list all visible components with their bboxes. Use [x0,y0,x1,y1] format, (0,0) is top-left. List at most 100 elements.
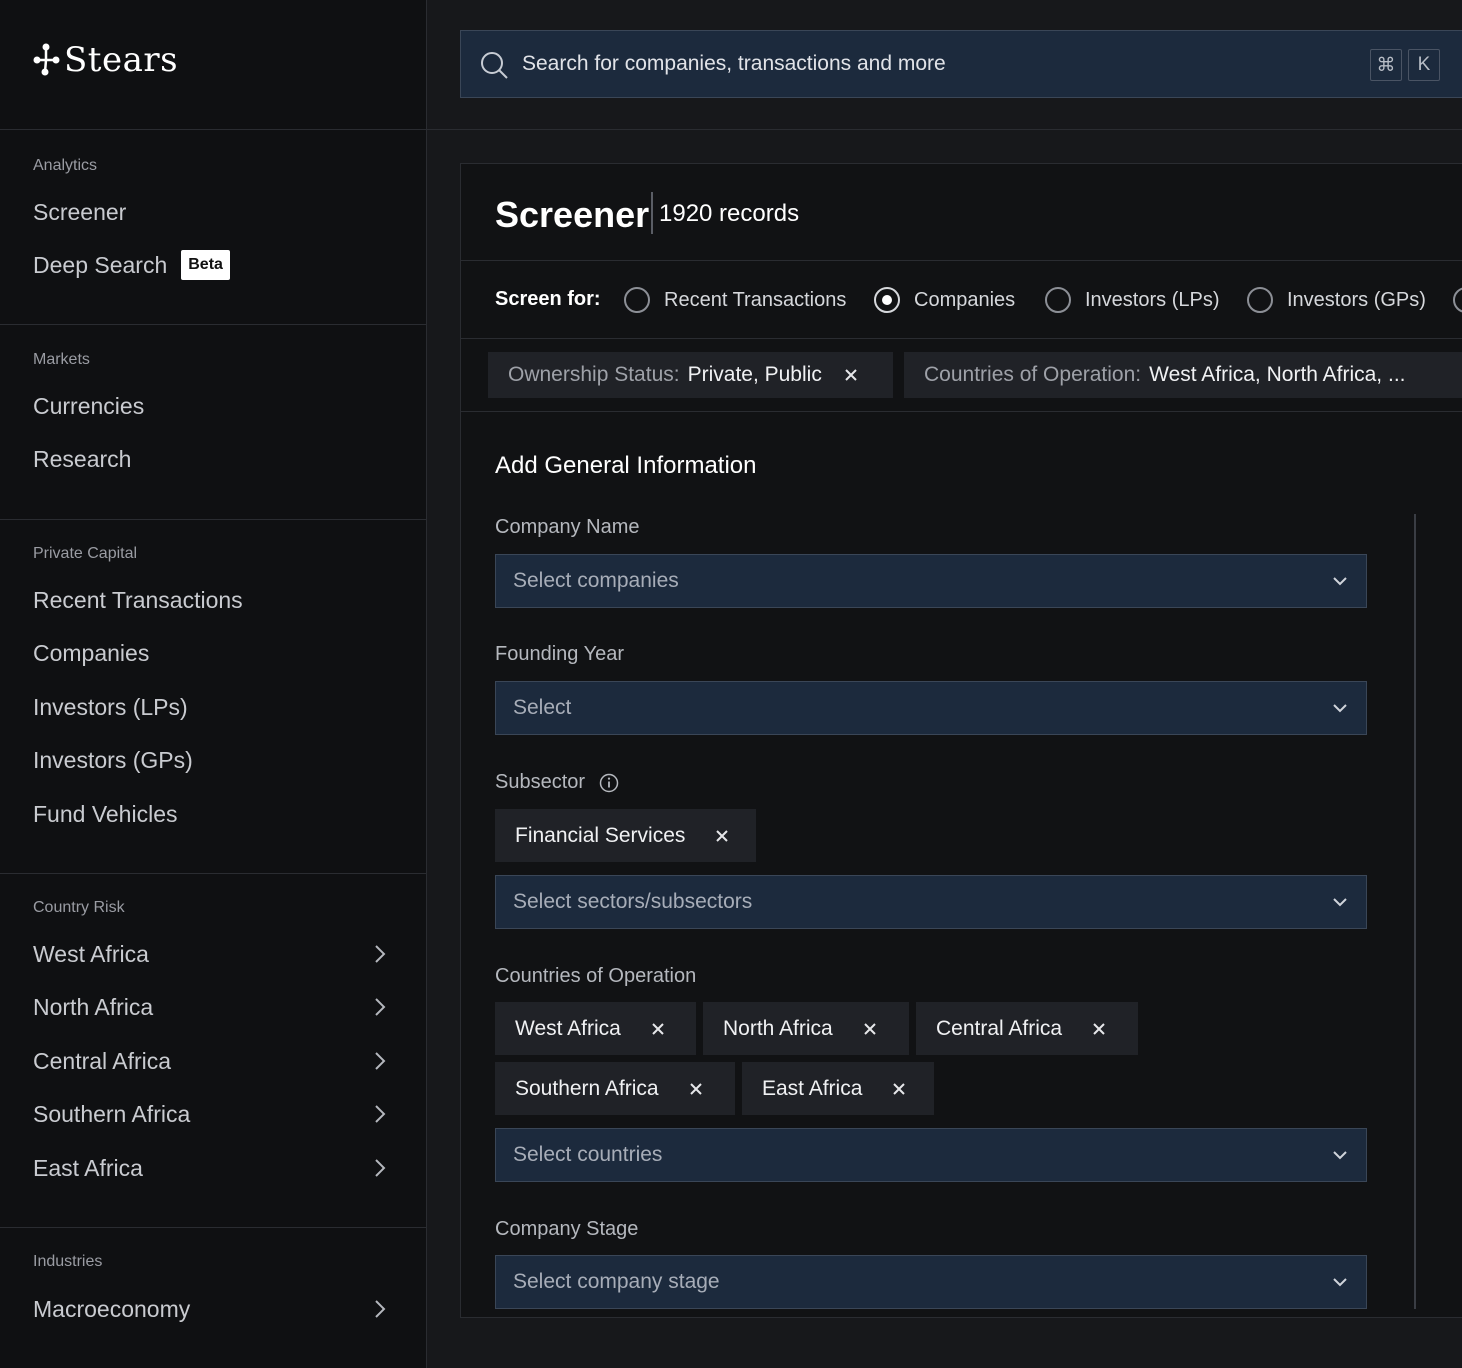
nav-section-private-capital: Private Capital Recent Transactions Comp… [0,520,426,874]
screener-header: Screener 1920 records [461,164,1462,261]
section-label: Analytics [33,157,98,174]
sidebar-item-label: Recent Transactions [33,586,243,613]
radio-label: Investors (GPs) [1287,288,1426,311]
sidebar-item-label: East Africa [33,1154,143,1181]
sidebar-item-central-africa[interactable]: Central Africa [33,1041,393,1081]
radio-unchecked-icon[interactable] [1453,287,1462,313]
global-search-input[interactable]: Search for companies, transactions and m… [460,30,1462,98]
sidebar-item-label: West Africa [33,940,149,967]
radio-investors-lps[interactable]: Investors (LPs) [1045,285,1219,315]
select-placeholder: Select companies [513,569,679,592]
sidebar-item-east-africa[interactable]: East Africa [33,1148,393,1188]
sidebar-item-label: Currencies [33,392,145,419]
radio-unchecked-icon[interactable] [1045,287,1071,313]
radio-label: Investors (LPs) [1085,288,1220,311]
filter-key: Countries of Operation: [924,363,1142,386]
chevron-right-icon [375,1300,386,1318]
select-placeholder: Select [513,696,572,719]
form-scrollbar[interactable] [1414,514,1416,1309]
select-placeholder: Select company stage [513,1270,720,1293]
beta-badge: Beta [181,250,230,280]
sidebar-item-fund-vehicles[interactable]: Fund Vehicles [33,794,393,834]
stears-logo[interactable]: Stears [32,40,178,80]
radio-recent-transactions[interactable]: Recent Transactions [624,285,846,315]
radio-label: Companies [914,288,1016,311]
chevron-down-icon [1333,1151,1347,1160]
radio-investors-gps[interactable]: Investors (GPs) [1247,285,1426,315]
chevron-down-icon [1333,704,1347,713]
title-divider [651,192,653,234]
sidebar-item-north-africa[interactable]: North Africa [33,987,393,1027]
filter-chip-countries-of-operation[interactable]: Countries of Operation: West Africa, Nor… [904,352,1462,398]
country-tag: Southern Africa [495,1062,735,1115]
chevron-down-icon [1333,1278,1347,1287]
sidebar-item-investors-lps[interactable]: Investors (LPs) [33,687,393,727]
sidebar-item-west-africa[interactable]: West Africa [33,934,393,974]
radio-companies[interactable]: Companies [874,285,1015,315]
chevron-down-icon [1333,898,1347,907]
radio-unchecked-icon[interactable] [624,287,650,313]
sidebar-item-label: Fund Vehicles [33,800,178,827]
section-label: Country Risk [33,899,125,916]
sidebar-item-investors-gps[interactable]: Investors (GPs) [33,740,393,780]
chevron-right-icon [375,1159,386,1177]
country-tag: West Africa [495,1002,696,1055]
sidebar-item-macroeconomy[interactable]: Macroeconomy [33,1289,393,1329]
company-stage-label: Company Stage [495,1218,639,1240]
country-tag: North Africa [703,1002,909,1055]
screener-panel: Screener 1920 records Screen for: Recent… [460,163,1462,1318]
sidebar-item-companies[interactable]: Companies [33,633,393,673]
close-icon[interactable] [689,1082,703,1096]
company-stage-select[interactable]: Select company stage [495,1255,1367,1309]
sidebar-item-screener[interactable]: Screener [33,192,393,232]
close-icon[interactable] [844,368,858,382]
screen-for-label: Screen for: [495,288,601,310]
logo-area: Stears [0,0,426,130]
tag-label: Southern Africa [515,1076,659,1100]
sidebar-item-label: Investors (LPs) [33,693,188,720]
sidebar-item-label: Southern Africa [33,1100,191,1127]
section-title: Add General Information [495,452,757,479]
countries-label: Countries of Operation [495,965,697,987]
sidebar: Stears Analytics Screener Deep Search Be… [0,0,427,1368]
top-bar: Search for companies, transactions and m… [427,0,1462,130]
company-name-select[interactable]: Select companies [495,554,1367,608]
sidebar-item-label: Deep Search [33,251,168,278]
section-label: Markets [33,351,90,368]
subsector-select[interactable]: Select sectors/subsectors [495,875,1367,929]
subsector-tag: Financial Services [495,809,756,862]
page-title: Screener [495,194,650,235]
radio-unchecked-icon[interactable] [1247,287,1273,313]
sidebar-item-deep-search[interactable]: Deep Search Beta [33,245,393,285]
active-filters-row: Ownership Status: Private, Public Countr… [461,340,1462,412]
founding-year-label: Founding Year [495,643,625,665]
filter-chip-ownership-status[interactable]: Ownership Status: Private, Public [488,352,893,398]
founding-year-select[interactable]: Select [495,681,1367,735]
info-icon[interactable] [599,773,619,793]
stears-logo-icon [33,43,60,76]
close-icon[interactable] [715,829,729,843]
country-tag: East Africa [742,1062,934,1115]
close-icon[interactable] [1092,1022,1106,1036]
sidebar-item-southern-africa[interactable]: Southern Africa [33,1094,393,1134]
close-icon[interactable] [651,1022,665,1036]
countries-select[interactable]: Select countries [495,1128,1367,1182]
filter-value: Private, Public [687,363,822,386]
sidebar-item-recent-transactions[interactable]: Recent Transactions [33,580,393,620]
sidebar-item-research[interactable]: Research [33,439,393,479]
records-count: 1920 records [659,200,800,227]
radio-checked-icon[interactable] [874,287,900,313]
sidebar-item-label: Screener [33,198,127,225]
filter-key: Ownership Status: [508,363,680,386]
subsector-label: Subsector [495,771,586,793]
nav-section-analytics: Analytics Screener Deep Search Beta [0,130,426,325]
sidebar-item-label: Macroeconomy [33,1295,191,1322]
sidebar-item-label: Central Africa [33,1047,172,1074]
tag-label: West Africa [515,1016,621,1040]
nav-section-country-risk: Country Risk West Africa North Africa Ce… [0,874,426,1228]
close-icon[interactable] [892,1082,906,1096]
sidebar-item-currencies[interactable]: Currencies [33,386,393,426]
close-icon[interactable] [863,1022,877,1036]
tag-label: North Africa [723,1016,833,1040]
command-key-icon: ⌘ [1370,49,1402,81]
